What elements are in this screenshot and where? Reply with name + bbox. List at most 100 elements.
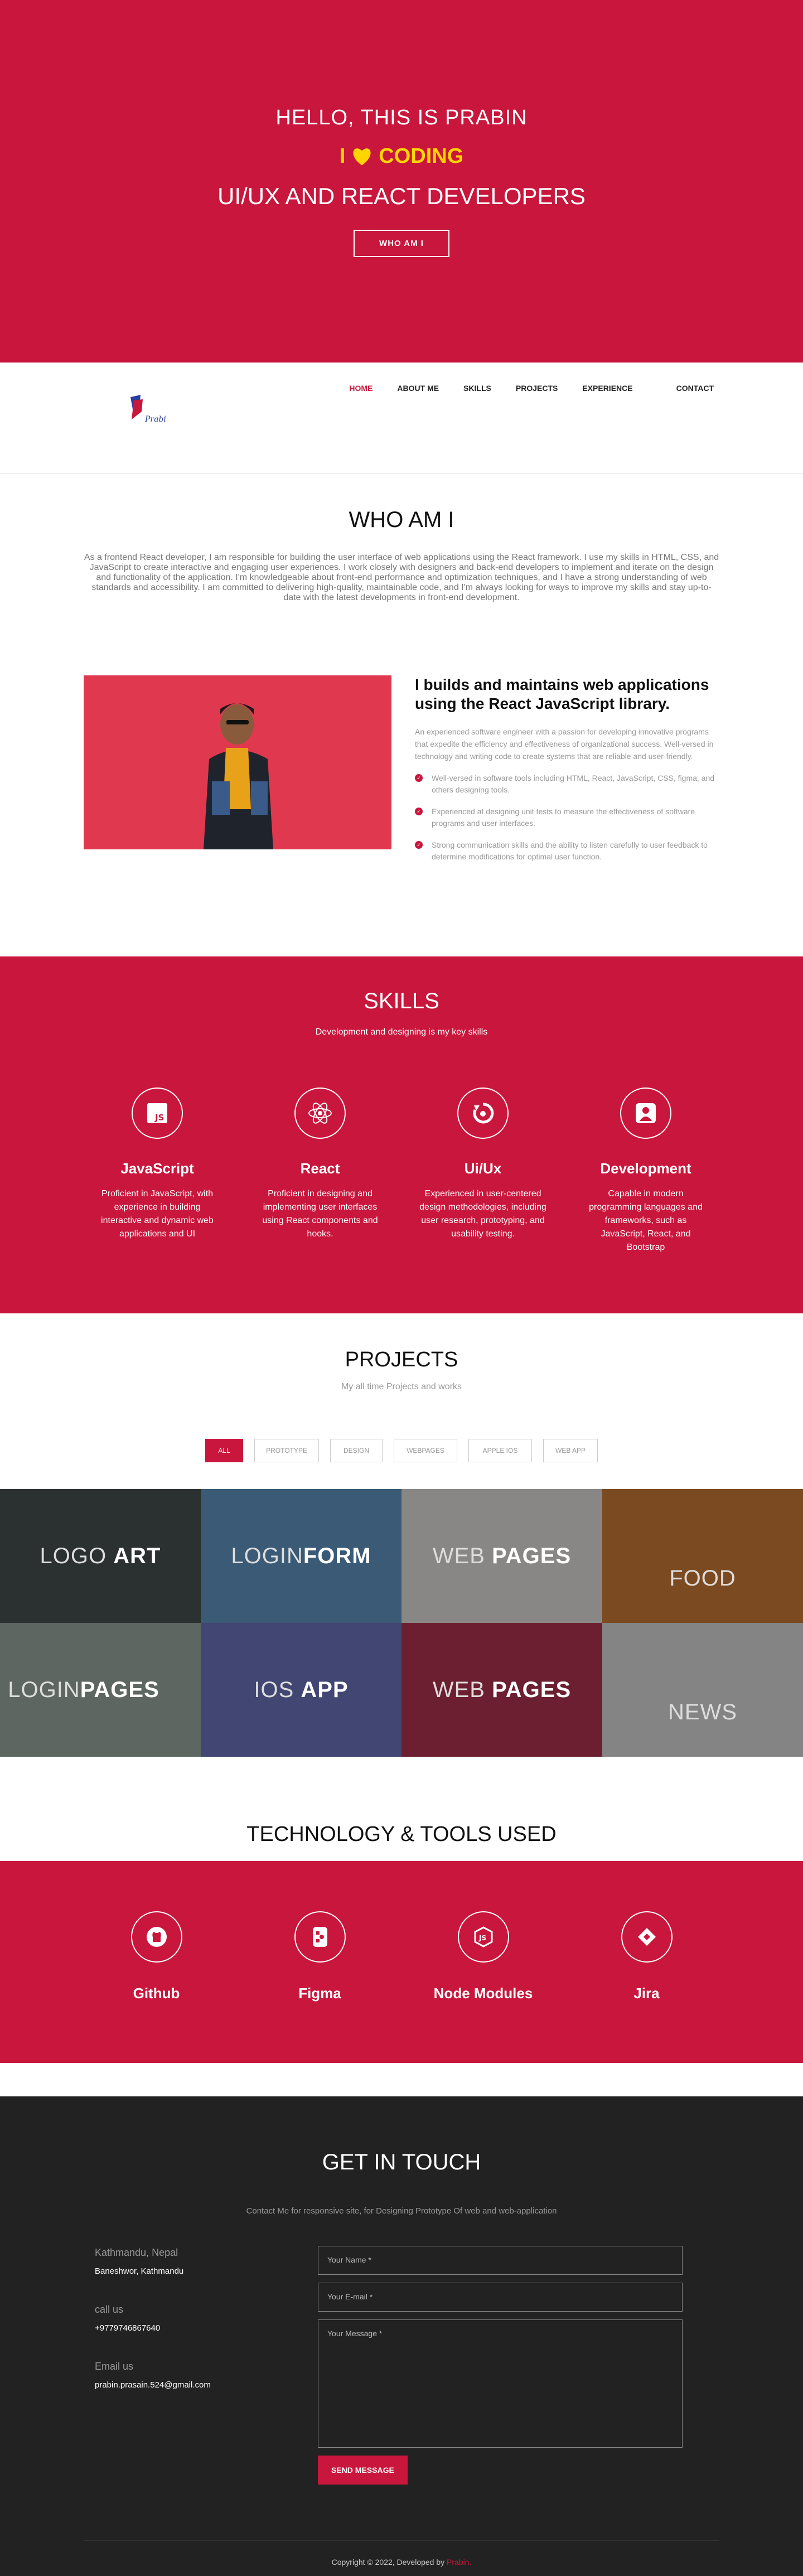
filter-apple-ios[interactable]: APPLE IOS xyxy=(468,1439,532,1462)
user-icon xyxy=(620,1088,671,1139)
contact-subtitle: Contact Me for responsive site, for Desi… xyxy=(246,2206,557,2216)
project-tile[interactable]: WEB PAGES xyxy=(402,1623,602,1757)
project-tile[interactable]: IOS APP xyxy=(201,1623,402,1757)
contact-form: Your Name * Your E-mail * Your Message *… xyxy=(318,2246,683,2485)
nav-contact[interactable]: CONTACT xyxy=(676,384,714,393)
skills-subtitle: Development and designing is my key skil… xyxy=(315,1027,488,1037)
name-field[interactable]: Your Name * xyxy=(318,2246,683,2275)
about-lead: An experienced software engineer with a … xyxy=(415,727,714,761)
nav-projects[interactable]: PROJECTS xyxy=(516,384,558,393)
logo[interactable]: Prabin xyxy=(126,393,171,426)
tech-name: Node Modules xyxy=(433,1985,533,2002)
location-value: Baneshwor, Kathmandu xyxy=(95,2266,184,2276)
skill-desc: Proficient in designing and implementing… xyxy=(262,1189,378,1239)
bullet-text: Strong communication skills and the abil… xyxy=(432,840,708,861)
phone-value[interactable]: +9779746867640 xyxy=(95,2323,211,2333)
skill-name: React xyxy=(300,1160,340,1177)
logo-icon: Prabin xyxy=(130,395,171,424)
project-tile[interactable]: LOGINFORM xyxy=(201,1489,402,1623)
message-field[interactable]: Your Message * xyxy=(318,2319,683,2448)
design-icon xyxy=(457,1088,509,1139)
tech-card: JS Node Modules xyxy=(402,1911,565,2063)
check-icon: ✓ xyxy=(415,808,423,815)
send-message-button[interactable]: SEND MESSAGE xyxy=(318,2456,408,2485)
skill-desc: Experienced in user-centered design meth… xyxy=(419,1189,546,1239)
profile-photo xyxy=(84,675,391,849)
check-icon: ✓ xyxy=(415,774,423,782)
project-tile[interactable]: FOOD xyxy=(602,1489,803,1623)
project-tile[interactable]: LOGINPAGES xyxy=(0,1623,201,1757)
contact-section: GET IN TOUCH Contact Me for responsive s… xyxy=(0,2096,803,2576)
hero-role: UI/UX AND REACT DEVELOPERS xyxy=(217,182,586,209)
skill-card: React Proficient in designing and implem… xyxy=(256,1088,384,1254)
tech-name: Github xyxy=(133,1985,180,2002)
skills-section: SKILLS Development and designing is my k… xyxy=(0,956,803,1313)
project-tile[interactable]: LOGO ART xyxy=(0,1489,201,1623)
tech-card: Jira xyxy=(565,1911,728,2063)
filter-webpages[interactable]: WEBPAGES xyxy=(394,1439,457,1462)
nav-home[interactable]: HOME xyxy=(349,384,373,393)
skills-title: SKILLS xyxy=(364,989,439,1013)
who-text: As a frontend React developer, I am resp… xyxy=(84,553,719,602)
tech-title: TECHNOLOGY & TOOLS USED xyxy=(246,1823,557,1846)
svg-text:Prabin: Prabin xyxy=(144,415,166,424)
jira-icon xyxy=(621,1911,673,1963)
who-title: WHO AM I xyxy=(349,508,454,532)
github-icon xyxy=(130,1911,182,1963)
email-field[interactable]: Your E-mail * xyxy=(318,2283,683,2312)
filter-prototype[interactable]: PROTOTYPE xyxy=(254,1439,319,1462)
skill-name: JavaScript xyxy=(120,1160,194,1177)
who-am-i-button[interactable]: WHO AM I xyxy=(354,229,449,257)
nav-about[interactable]: ABOUT ME xyxy=(397,384,439,393)
react-icon xyxy=(294,1088,346,1139)
bullet-text: Experienced at designing unit tests to m… xyxy=(432,807,695,828)
about-heading: I builds and maintains web applications … xyxy=(415,676,709,712)
hero-greeting: HELLO, THIS IS PRABIN xyxy=(275,105,528,129)
bullet-text: Well-versed in software tools including … xyxy=(432,774,715,794)
who-section: WHO AM I As a frontend React developer, … xyxy=(0,474,803,603)
nav-skills[interactable]: SKILLS xyxy=(463,384,491,393)
list-item: ✓ Strong communication skills and the abi… xyxy=(415,839,719,863)
footer: Copyright © 2022, Developed by Prabin. xyxy=(84,2540,719,2567)
svg-text:JS: JS xyxy=(478,1934,486,1942)
navbar: Prabin HOME ABOUT ME SKILLS PROJECTS EXP… xyxy=(0,363,803,474)
js-icon: JS xyxy=(132,1088,183,1139)
copyright-text: Copyright © 2022, Developed by xyxy=(331,2558,445,2567)
hero-section: HELLO, THIS IS PRABIN I CODING UI/UX AND… xyxy=(0,0,803,363)
projects-title: PROJECTS xyxy=(345,1348,458,1371)
list-item: ✓ Experienced at designing unit tests to … xyxy=(415,806,719,829)
filter-web-app[interactable]: WEB APP xyxy=(543,1439,598,1462)
heart-icon xyxy=(353,148,371,166)
skill-card: Development Capable in modern programmin… xyxy=(582,1088,710,1254)
skill-desc: Proficient in JavaScript, with experienc… xyxy=(101,1189,214,1239)
projects-subtitle: My all time Projects and works xyxy=(341,1382,462,1391)
project-tile[interactable]: WEB PAGES xyxy=(402,1489,602,1623)
svg-text:JS: JS xyxy=(154,1113,164,1123)
skill-card: JS JavaScript Proficient in JavaScript, … xyxy=(93,1088,221,1254)
skill-desc: Capable in modern programming languages … xyxy=(589,1189,703,1252)
tech-section: Github Figma JS Node Modules Jira xyxy=(0,1861,803,2063)
skill-card: Ui/Ux Experienced in user-centered desig… xyxy=(419,1088,547,1254)
filter-design[interactable]: DESIGN xyxy=(330,1439,383,1462)
tech-name: Figma xyxy=(298,1985,341,2002)
hero-coding: CODING xyxy=(379,144,464,168)
project-tile[interactable]: NEWS xyxy=(602,1623,803,1757)
projects-section: PROJECTS My all time Projects and works … xyxy=(0,1313,803,1757)
tech-card: Figma xyxy=(238,1911,402,2063)
location-label: Kathmandu, Nepal xyxy=(95,2247,178,2258)
email-value[interactable]: prabin.prasain.524@gmail.com xyxy=(95,2380,211,2390)
skill-name: Development xyxy=(600,1160,691,1177)
call-label: call us xyxy=(95,2304,124,2315)
author-link[interactable]: Prabin. xyxy=(447,2558,471,2567)
skill-name: Ui/Ux xyxy=(464,1160,502,1177)
about-section: I builds and maintains web applications … xyxy=(0,603,803,956)
project-filters: ALL PROTOTYPE DESIGN WEBPAGES APPLE IOS … xyxy=(0,1439,803,1462)
tech-card: Github xyxy=(75,1911,238,2063)
hero-i: I xyxy=(339,144,346,168)
figma-icon xyxy=(294,1911,346,1963)
nav-links: HOME ABOUT ME SKILLS PROJECTS EXPERIENCE… xyxy=(349,384,714,393)
nav-experience[interactable]: EXPERIENCE xyxy=(582,384,632,393)
filter-all[interactable]: ALL xyxy=(205,1439,243,1462)
project-grid: LOGO ART LOGINFORM WEB PAGES FOOD LOGINP… xyxy=(0,1489,803,1757)
list-item: ✓ Well-versed in software tools including… xyxy=(415,772,719,796)
